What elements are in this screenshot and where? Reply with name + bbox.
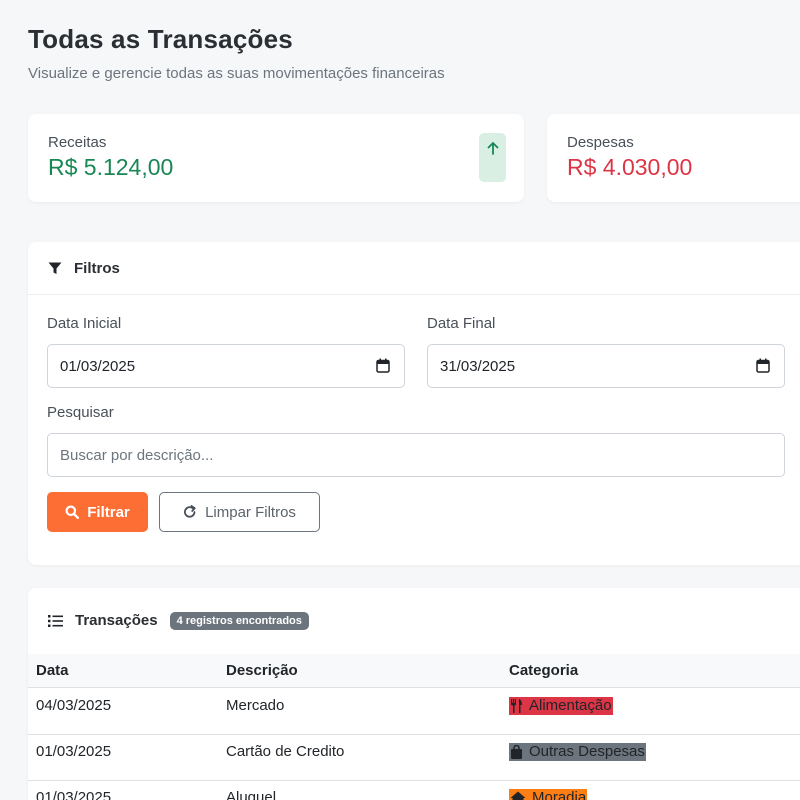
category-label: Alimentação: [529, 697, 612, 714]
filter-icon: [48, 262, 62, 274]
calendar-icon[interactable]: [376, 358, 390, 373]
end-date-value: 31/03/2025: [440, 357, 516, 375]
income-label: Receitas: [48, 134, 107, 151]
row-date: 04/03/2025: [36, 697, 112, 714]
page-title: Todas as Transações: [28, 24, 293, 54]
transactions-card: Transações 4 registros encontrados Data …: [28, 588, 800, 800]
page-subtitle: Visualize e gerencie todas as suas movim…: [28, 65, 445, 82]
row-description: Aluguel: [226, 789, 277, 800]
expense-label: Despesas: [567, 134, 634, 151]
page: Todas as Transações Visualize e gerencie…: [0, 0, 800, 800]
row-date: 01/03/2025: [36, 743, 112, 760]
arrow-up-icon: [479, 133, 506, 182]
category-label: Moradia: [532, 789, 587, 800]
category-label: Outras Despesas: [529, 743, 645, 760]
transactions-header: Transações 4 registros encontrados: [28, 588, 800, 653]
records-count-badge: 4 registros encontrados: [169, 611, 309, 630]
home-icon: [510, 791, 526, 800]
column-header-category[interactable]: Categoria: [509, 662, 578, 679]
filter-button-label: Filtrar: [87, 503, 130, 521]
search-input[interactable]: Buscar por descrição...: [47, 433, 785, 477]
income-value: R$ 5.124,00: [48, 154, 174, 180]
table-row[interactable]: 01/03/2025 Cartão de Credito Outras Desp…: [28, 735, 800, 781]
category-badge: Alimentação: [509, 697, 613, 715]
column-header-description[interactable]: Descrição: [226, 662, 298, 679]
filters-card: Filtros Data Inicial 01/03/2025 Data Fin…: [28, 242, 800, 565]
table-row[interactable]: 01/03/2025 Aluguel Moradia: [28, 781, 800, 800]
filters-header: Filtros: [28, 242, 800, 295]
utensils-icon: [511, 699, 522, 713]
column-header-date[interactable]: Data: [36, 662, 69, 679]
end-date-input[interactable]: 31/03/2025: [427, 344, 785, 388]
table-row[interactable]: 04/03/2025 Mercado Alimentação: [28, 689, 800, 735]
list-icon: [48, 614, 63, 627]
income-card: Receitas R$ 5.124,00: [28, 114, 524, 202]
shopping-bag-icon: [511, 745, 522, 759]
transactions-title: Transações: [75, 612, 158, 629]
filters-title: Filtros: [74, 259, 120, 277]
end-date-label: Data Final: [427, 315, 496, 332]
row-description: Mercado: [226, 697, 285, 714]
start-date-input[interactable]: 01/03/2025: [47, 344, 405, 388]
row-description: Cartão de Credito: [226, 743, 345, 760]
expense-value: R$ 4.030,00: [567, 154, 693, 180]
filter-button[interactable]: Filtrar: [47, 492, 148, 532]
clear-filters-label: Limpar Filtros: [205, 503, 296, 521]
category-badge: Moradia: [509, 789, 588, 800]
search-label: Pesquisar: [47, 404, 114, 421]
clear-filters-button[interactable]: Limpar Filtros: [159, 492, 320, 532]
search-icon: [65, 505, 80, 519]
table-header: Data Descrição Categoria: [28, 654, 800, 688]
search-placeholder: Buscar por descrição...: [60, 446, 214, 464]
calendar-icon[interactable]: [756, 358, 770, 373]
category-badge: Outras Despesas: [509, 743, 646, 761]
start-date-value: 01/03/2025: [60, 357, 136, 375]
start-date-label: Data Inicial: [47, 315, 122, 332]
row-date: 01/03/2025: [36, 789, 112, 800]
expense-card: Despesas R$ 4.030,00: [547, 114, 800, 202]
redo-icon: [184, 505, 196, 518]
